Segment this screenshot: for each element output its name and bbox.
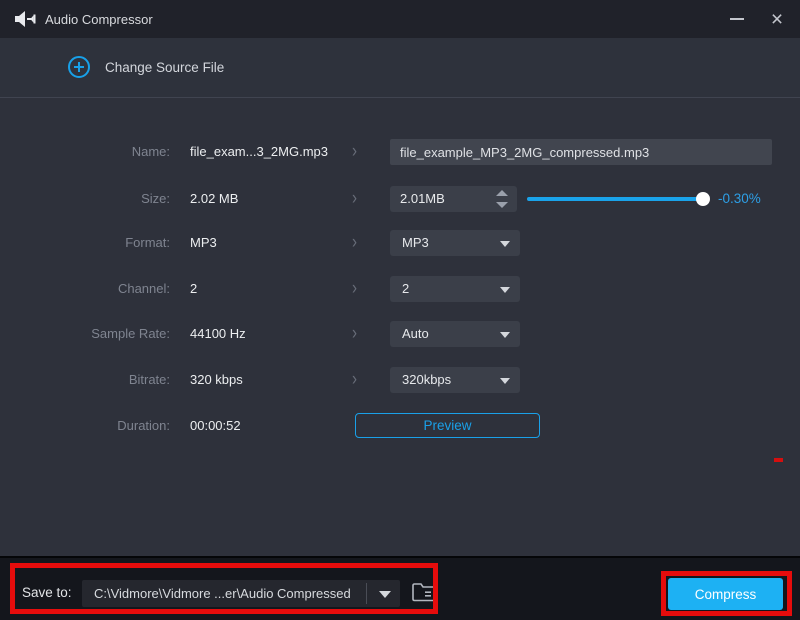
format-label: Format: [0,230,170,256]
save-path-caret-down-icon[interactable] [379,591,391,598]
size-row: Size: 2.02 MB › 2.01MB -0.30% [0,186,800,212]
format-row: Format: MP3 › MP3 [0,230,800,256]
close-button[interactable]: × [754,0,800,38]
caret-down-icon [500,378,510,384]
sample-rate-dropdown[interactable]: Auto [390,321,520,347]
channel-label: Channel: [0,276,170,302]
save-path-input[interactable] [82,580,364,607]
chevron-right-icon: › [352,226,357,260]
minimize-button[interactable] [720,0,754,38]
spinner-down-icon[interactable] [496,202,508,208]
save-to-label: Save to: [22,578,72,608]
size-label: Size: [0,186,170,212]
save-path-field [82,580,400,607]
minimize-icon [730,18,744,20]
source-channel-value: 2 [190,276,197,302]
change-source-file-label: Change Source File [105,60,224,75]
spinner-up-icon[interactable] [496,190,508,196]
source-duration-value: 00:00:52 [190,413,241,439]
format-selected-value: MP3 [402,230,429,256]
duration-label: Duration: [0,413,170,439]
channel-row: Channel: 2 › 2 [0,276,800,302]
bitrate-selected-value: 320kbps [402,367,451,393]
bitrate-row: Bitrate: 320 kbps › 320kbps [0,367,800,393]
chevron-right-icon: › [352,135,357,169]
chevron-right-icon: › [352,272,357,306]
name-row: Name: file_exam...3_2MG.mp3 › [0,139,800,165]
name-label: Name: [0,139,170,165]
size-spinner-value: 2.01MB [400,186,445,212]
slider-track [527,197,703,201]
window-title: Audio Compressor [45,12,153,27]
settings-panel: Name: file_exam...3_2MG.mp3 › Size: 2.02… [0,98,800,556]
window-controls: × [720,0,800,38]
speaker-compress-icon [14,10,36,28]
size-spinner[interactable]: 2.01MB [390,186,517,212]
source-name-value: file_exam...3_2MG.mp3 [190,139,328,165]
change-source-file-button[interactable]: Change Source File [68,56,224,78]
source-sample-rate-value: 44100 Hz [190,321,246,347]
spinner-arrows [496,190,508,208]
chevron-right-icon: › [352,317,357,351]
title-bar: Audio Compressor × [0,0,800,38]
preview-button[interactable]: Preview [355,413,540,438]
audio-compressor-window: Audio Compressor × Change Source File Na… [0,0,800,620]
sample-rate-selected-value: Auto [402,321,429,347]
source-format-value: MP3 [190,230,217,256]
channel-dropdown[interactable]: 2 [390,276,520,302]
sample-rate-label: Sample Rate: [0,321,170,347]
format-dropdown[interactable]: MP3 [390,230,520,256]
browse-folder-button[interactable] [409,577,439,609]
header: Change Source File [0,38,800,98]
caret-down-icon [500,241,510,247]
slider-thumb[interactable] [696,192,710,206]
size-reduction-percent: -0.30% [718,186,761,212]
chevron-right-icon: › [352,363,357,397]
caret-down-icon [500,287,510,293]
caret-down-icon [500,332,510,338]
duration-row: Duration: 00:00:52 Preview [0,413,800,439]
source-size-value: 2.02 MB [190,186,238,212]
channel-selected-value: 2 [402,276,409,302]
output-name-input[interactable] [390,139,772,165]
compress-button[interactable]: Compress [668,578,783,610]
folder-icon [411,580,437,604]
size-slider[interactable] [527,197,707,201]
add-circle-icon [68,56,90,78]
sample-rate-row: Sample Rate: 44100 Hz › Auto [0,321,800,347]
source-bitrate-value: 320 kbps [190,367,243,393]
chevron-right-icon: › [352,182,357,216]
field-divider [366,583,367,604]
bitrate-dropdown[interactable]: 320kbps [390,367,520,393]
bitrate-label: Bitrate: [0,367,170,393]
